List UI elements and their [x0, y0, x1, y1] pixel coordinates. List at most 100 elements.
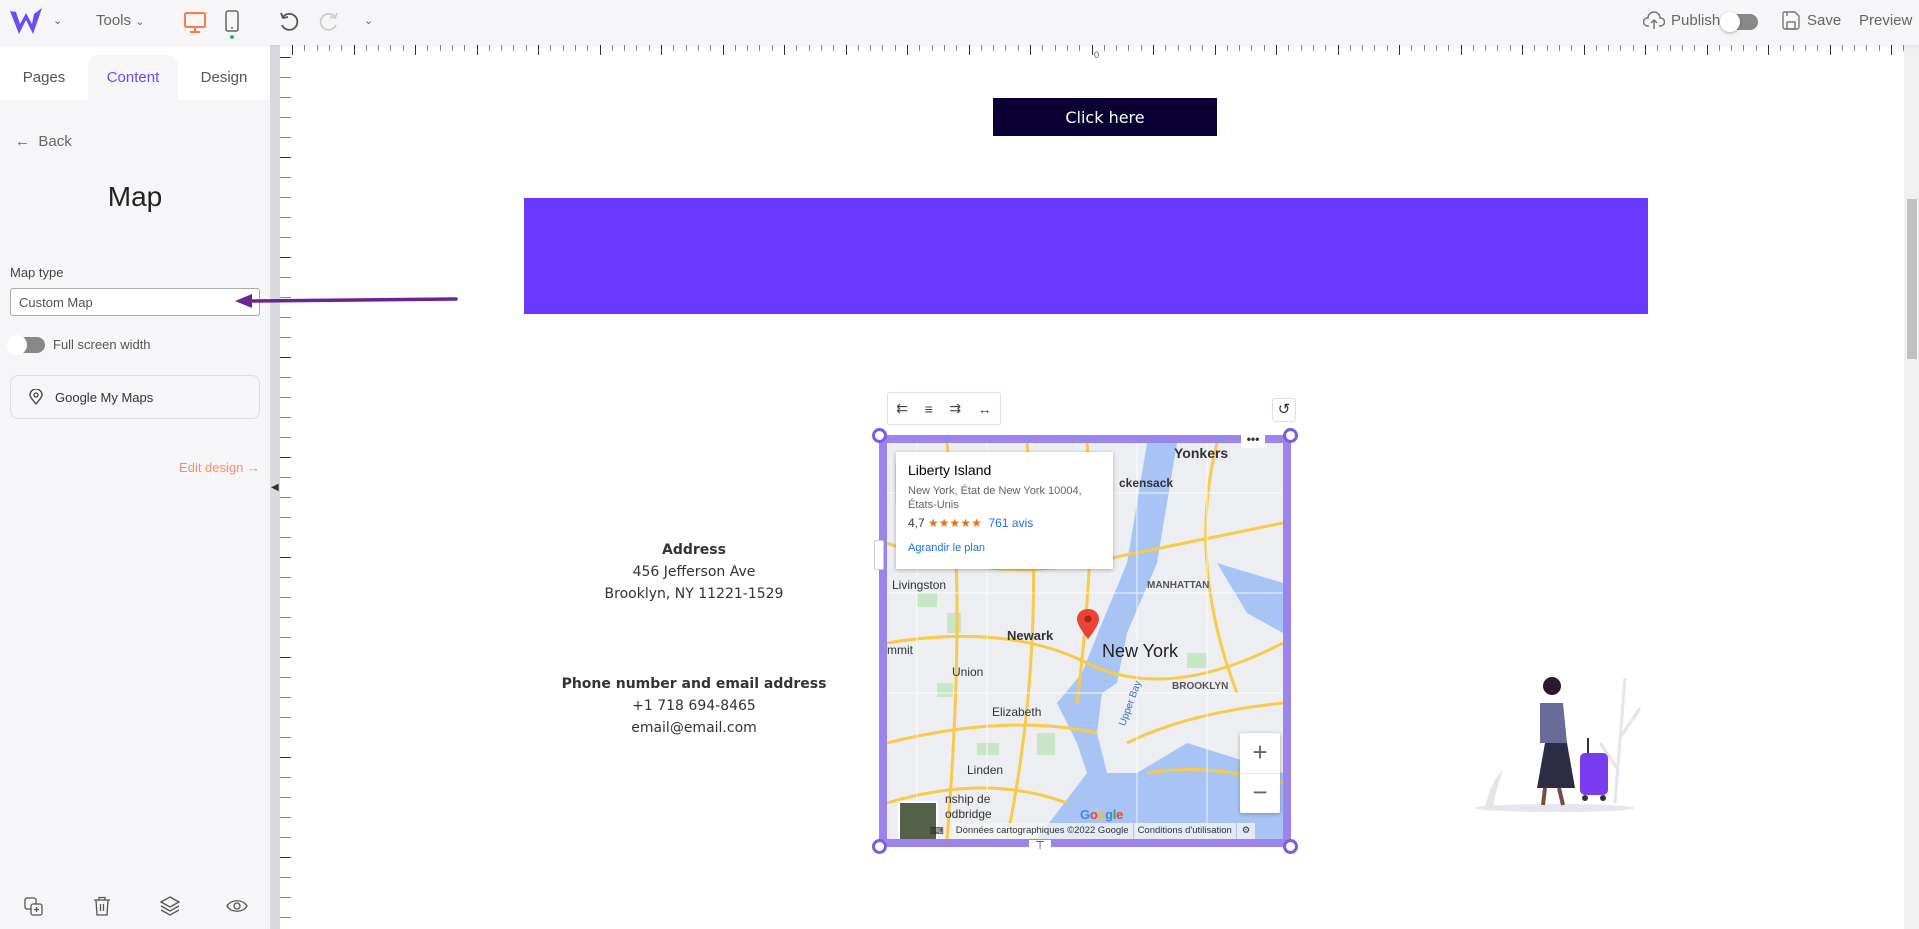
- map-selection-frame[interactable]: Yonkers ckensack Livingston Newark New Y…: [872, 428, 1298, 854]
- ruler-tick: [845, 45, 847, 55]
- button-label: Click here: [1065, 107, 1145, 127]
- ruler-tick: [882, 45, 884, 51]
- ruler-tick: [1030, 45, 1031, 55]
- address-line-1: 456 Jefferson Ave: [632, 564, 756, 580]
- contact-heading: Phone number and email address: [561, 676, 827, 692]
- reset-rotate-icon[interactable]: ↺: [1272, 398, 1296, 422]
- ruler-tick: [280, 57, 291, 58]
- ruler-tick: [685, 45, 687, 51]
- map-label: MANHATTAN: [1147, 580, 1210, 591]
- delete-icon[interactable]: [93, 896, 111, 916]
- ruler-tick: [1165, 45, 1167, 51]
- ruler-zero-label: 0: [1094, 50, 1100, 60]
- ruler-tick: [280, 717, 291, 718]
- ruler-tick: [1817, 45, 1819, 51]
- ruler-tick: [280, 817, 291, 818]
- redo-icon[interactable]: [318, 11, 340, 33]
- ruler-tick: [1177, 45, 1179, 51]
- ruler-tick: [1485, 45, 1487, 51]
- zoom-out-button[interactable]: −: [1240, 773, 1280, 813]
- ruler-tick: [328, 45, 330, 51]
- enlarge-map-link[interactable]: Agrandir le plan: [908, 542, 1101, 554]
- publish-label: Publish: [1671, 12, 1721, 29]
- zoom-in-button[interactable]: +: [1240, 733, 1280, 773]
- save-button[interactable]: Save: [1807, 12, 1841, 29]
- map-type-value: Custom Map: [19, 295, 93, 310]
- ruler-tick: [1337, 45, 1339, 55]
- address-heading: Address: [662, 542, 726, 558]
- map-label: New York: [1102, 641, 1179, 661]
- history-chevron-icon[interactable]: ⌄: [364, 14, 373, 27]
- publish-cloud-icon: [1643, 11, 1665, 29]
- scrollbar-thumb[interactable]: [1907, 199, 1917, 359]
- visibility-eye-icon[interactable]: [226, 899, 248, 913]
- ruler-tick: [1435, 45, 1437, 51]
- align-left-icon[interactable]: ⇇: [896, 400, 908, 417]
- ruler-tick: [353, 45, 355, 55]
- vertical-ruler: [280, 45, 292, 929]
- sidebar: Pages Content Design ← Back Map Map type…: [0, 45, 270, 929]
- ruler-tick: [538, 45, 539, 55]
- ruler-tick: [316, 45, 318, 51]
- ruler-tick: [280, 917, 291, 918]
- report-bug-icon[interactable]: ⚙: [1236, 823, 1256, 839]
- desktop-view-icon[interactable]: [184, 12, 206, 34]
- vertical-scrollbar[interactable]: [1904, 45, 1919, 929]
- google-my-maps-button[interactable]: Google My Maps: [10, 375, 260, 419]
- tab-content[interactable]: Content: [88, 55, 178, 100]
- ruler-tick: [365, 45, 367, 51]
- drag-handle-icon[interactable]: [874, 540, 884, 570]
- full-width-toggle[interactable]: [7, 335, 45, 355]
- place-address: New York, État de New York 10004, États-…: [908, 485, 1082, 511]
- resize-handle-top-left[interactable]: [872, 428, 887, 443]
- tools-menu[interactable]: Tools ⌄: [96, 12, 144, 29]
- ruler-tick: [943, 45, 945, 51]
- ruler-tick: [1079, 45, 1081, 51]
- keyboard-shortcuts-icon[interactable]: ⌨: [922, 826, 952, 837]
- ruler-tick: [956, 45, 958, 51]
- tab-pages[interactable]: Pages: [0, 55, 88, 100]
- save-icon[interactable]: [1782, 11, 1800, 30]
- logo-menu-chevron-icon[interactable]: ⌄: [53, 14, 62, 27]
- ruler-tick: [1312, 45, 1314, 51]
- stretch-width-icon[interactable]: ↔: [978, 401, 992, 417]
- edit-design-link[interactable]: Edit design →: [179, 460, 260, 475]
- publish-toggle[interactable]: [1720, 12, 1758, 32]
- ruler-tick: [1362, 45, 1364, 51]
- ruler-tick: [501, 45, 503, 51]
- ruler-tick: [1202, 45, 1204, 51]
- map-label: Linden: [967, 763, 1004, 777]
- collapse-sidebar-icon[interactable]: ◀: [271, 482, 279, 493]
- height-adjust-icon[interactable]: ⊤: [1029, 840, 1051, 854]
- resize-handle-bottom-right[interactable]: [1283, 839, 1298, 854]
- ruler-tick: [1608, 45, 1610, 51]
- ruler-tick: [820, 45, 822, 51]
- align-center-icon[interactable]: ≡: [925, 401, 933, 417]
- logo-icon[interactable]: [10, 8, 42, 34]
- tab-design[interactable]: Design: [178, 55, 270, 100]
- place-rating: 4,7: [908, 516, 925, 530]
- ruler-tick: [280, 897, 291, 898]
- click-here-button[interactable]: Click here: [993, 98, 1217, 136]
- ruler-tick: [1632, 45, 1634, 51]
- more-options-icon[interactable]: •••: [1241, 433, 1265, 448]
- ruler-tick: [1595, 45, 1597, 51]
- duplicate-icon[interactable]: [24, 897, 44, 917]
- map-type-select[interactable]: Custom Map: [10, 288, 260, 316]
- back-button[interactable]: ← Back: [15, 133, 72, 150]
- ruler-tick: [1448, 45, 1450, 51]
- align-right-icon[interactable]: ⇉: [949, 400, 961, 417]
- place-info-card: Liberty Island New York, État de New Yor…: [896, 452, 1113, 569]
- mobile-view-icon[interactable]: [225, 10, 239, 40]
- resize-handle-bottom-left[interactable]: [872, 839, 887, 854]
- ruler-tick: [280, 497, 291, 498]
- layers-icon[interactable]: [160, 896, 180, 916]
- map-embed[interactable]: Yonkers ckensack Livingston Newark New Y…: [887, 443, 1283, 839]
- reviews-link[interactable]: 761 avis: [989, 516, 1034, 530]
- undo-icon[interactable]: [278, 11, 300, 33]
- preview-button[interactable]: Preview: [1859, 12, 1912, 29]
- ruler-tick: [1731, 45, 1733, 51]
- terms-of-use-link[interactable]: Conditions d'utilisation: [1133, 823, 1236, 839]
- resize-handle-top-right[interactable]: [1283, 428, 1298, 443]
- ruler-tick: [1571, 45, 1573, 51]
